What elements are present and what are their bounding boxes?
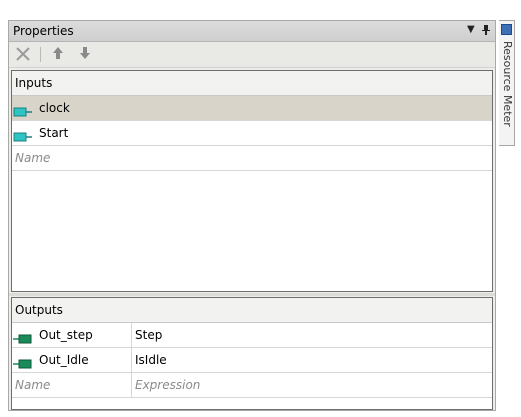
new-input-row[interactable]: Name	[12, 146, 492, 171]
panel-titlebar: Properties ▼	[9, 21, 495, 42]
output-pin-icon	[13, 329, 33, 344]
arrow-down-icon[interactable]	[79, 46, 91, 64]
output-row[interactable]: Out_step Step	[12, 323, 492, 348]
inputs-header: Inputs	[12, 71, 492, 96]
input-pin-icon	[13, 102, 33, 117]
toolbar	[9, 42, 495, 68]
output-pin-icon	[13, 354, 33, 369]
resource-meter-icon	[501, 24, 512, 35]
input-name: clock	[39, 101, 70, 115]
arrow-up-icon[interactable]	[52, 46, 64, 64]
outputs-section: Outputs Out_step Step Out_Idle IsIdle Na…	[11, 297, 493, 410]
section-splitter[interactable]	[9, 293, 495, 296]
outputs-header: Outputs	[12, 298, 492, 323]
input-pin-icon	[13, 127, 33, 142]
input-name: Start	[39, 126, 69, 140]
resource-meter-tab[interactable]: Resource Meter	[499, 20, 515, 146]
properties-panel: Properties ▼ Inputs clock Start Name Out…	[8, 20, 496, 411]
delete-x-icon[interactable]	[15, 46, 31, 66]
output-name: Out_step	[39, 328, 93, 342]
toolbar-separator	[40, 47, 41, 62]
output-expression[interactable]: IsIdle	[131, 348, 167, 372]
output-row[interactable]: Out_Idle IsIdle	[12, 348, 492, 373]
output-expression[interactable]: Step	[131, 323, 162, 347]
pin-icon[interactable]	[481, 24, 491, 39]
inputs-section: Inputs clock Start Name	[11, 70, 493, 292]
output-name-placeholder[interactable]: Name	[15, 373, 50, 397]
new-output-row[interactable]: Name Expression	[12, 373, 492, 398]
output-name: Out_Idle	[39, 353, 89, 367]
input-row[interactable]: Start	[12, 121, 492, 146]
output-expression-placeholder[interactable]: Expression	[131, 373, 200, 397]
resource-meter-label: Resource Meter	[501, 41, 514, 127]
dropdown-arrow-icon[interactable]: ▼	[467, 24, 475, 35]
input-name-placeholder[interactable]: Name	[15, 146, 50, 170]
input-row[interactable]: clock	[12, 96, 492, 121]
panel-title: Properties	[13, 24, 74, 38]
